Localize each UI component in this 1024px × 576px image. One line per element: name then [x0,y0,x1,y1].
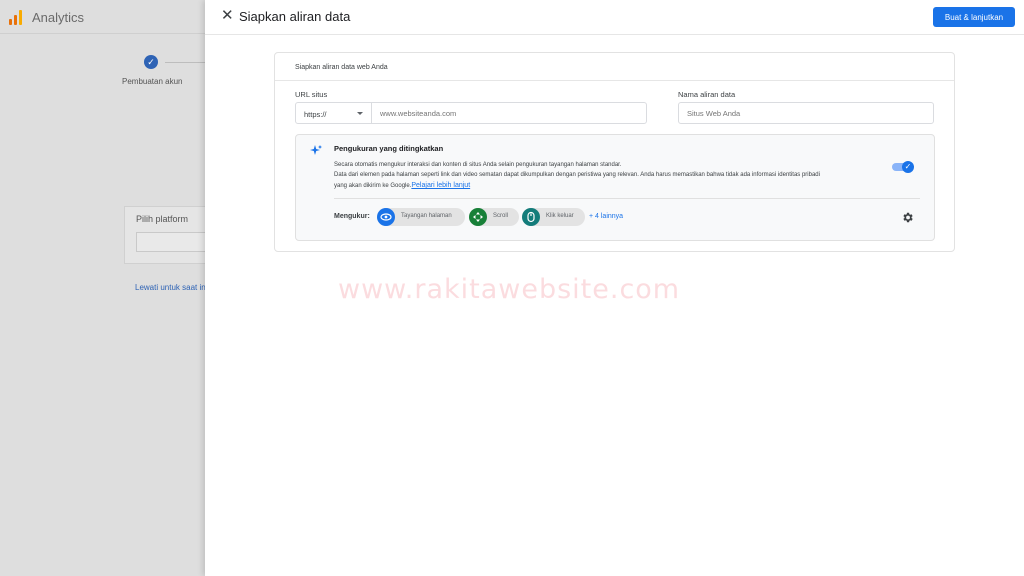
learn-more-link[interactable]: Pelajari lebih lanjut [411,182,470,189]
more-measurements-link[interactable]: + 4 lainnya [589,213,623,220]
enhanced-description: Secara otomatis mengukur interaksi dan k… [334,162,622,168]
platform-title: Pilih platform [136,214,189,224]
check-icon: ✓ [902,161,914,173]
chip-scroll[interactable]: Scroll [469,208,519,226]
chevron-down-icon [357,112,363,115]
measure-label: Mengukur: [334,213,370,220]
divider [334,198,920,199]
eye-icon [377,208,395,226]
step-complete-icon: ✓ [144,55,158,69]
analytics-logo-icon [9,10,22,25]
card-title: Siapkan aliran data web Anda [295,64,388,71]
step-connector [165,62,205,63]
app-title: Analytics [32,10,85,25]
enhanced-measurement-section: Pengukuran yang ditingkatkan Secara otom… [295,134,935,241]
chip-label: Scroll [493,213,509,219]
enhanced-description-end: yang akan dikirim ke Google.Pelajari leb… [334,182,470,189]
mouse-icon [522,208,540,226]
stream-setup-card: Siapkan aliran data web Anda URL situs h… [274,52,955,252]
privacy-note: yang akan dikirim ke Google. [334,183,412,189]
enhanced-measurement-toggle[interactable]: ✓ [892,161,914,173]
platform-option[interactable] [136,232,206,252]
gear-icon[interactable] [901,211,914,224]
panel-title: Siapkan aliran data [239,9,351,24]
chip-label: Klik keluar [546,213,574,219]
platform-card: Pilih platform [124,206,206,264]
enhanced-description-detail: Data dari elemen pada halaman seperti li… [334,172,820,178]
background-app: Analytics ✓ Pembuatan akun Pilih platfor… [0,0,206,576]
skip-link[interactable]: Lewati untuk saat ini [135,283,205,292]
sparkle-icon [310,145,322,155]
chip-outbound-clicks[interactable]: Klik keluar [522,208,585,226]
website-url-input[interactable] [371,102,647,124]
app-header: Analytics [0,0,205,34]
close-icon[interactable]: ✕ [221,8,234,23]
chip-label: Tayangan halaman [401,213,452,219]
step-label: Pembuatan akun [122,77,183,86]
chip-page-views[interactable]: Tayangan halaman [377,208,465,226]
scroll-icon [469,208,487,226]
card-header: Siapkan aliran data web Anda [275,53,954,81]
create-continue-button[interactable]: Buat & lanjutkan [933,7,1015,27]
stream-name-input[interactable] [678,102,934,124]
watermark: www.rakitawebsite.com [338,274,681,305]
stream-name-label: Nama aliran data [678,90,736,99]
protocol-select[interactable]: https:// [295,102,372,124]
enhanced-title: Pengukuran yang ditingkatkan [334,144,444,153]
panel-header: ✕ Siapkan aliran data Buat & lanjutkan [205,0,1024,35]
protocol-value: https:// [304,110,327,119]
url-label: URL situs [295,90,328,99]
